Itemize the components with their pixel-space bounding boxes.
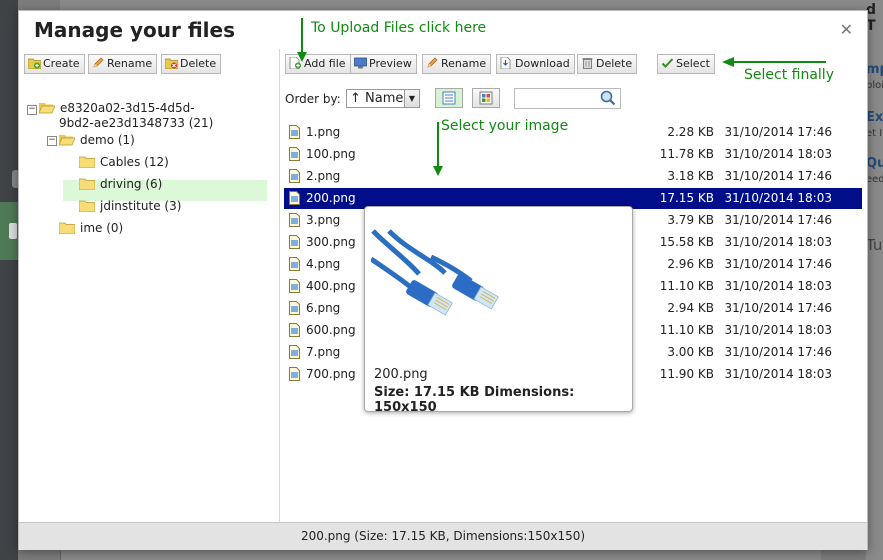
annotation-arrowhead-select-finally [722, 57, 734, 67]
annotation-upload: To Upload Files click here [311, 20, 487, 36]
annotation-select-image: Select your image [441, 118, 569, 134]
annotation-arrows [297, 18, 826, 176]
annotation-arrowhead-upload [297, 52, 307, 62]
annotation-arrowhead-select-image [433, 166, 443, 176]
annotation-select-finally: Select finally [744, 67, 834, 83]
